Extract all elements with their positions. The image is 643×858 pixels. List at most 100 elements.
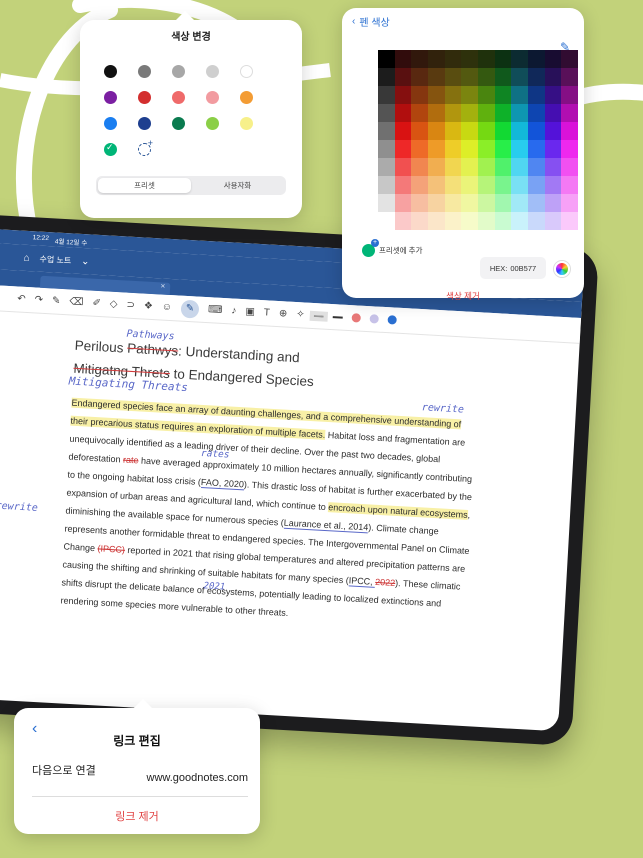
spectrum-cell[interactable] — [511, 212, 528, 230]
zoom-icon[interactable]: ⊕ — [279, 308, 288, 319]
lasso-icon[interactable]: ⊃ — [126, 300, 135, 311]
color-swatch[interactable] — [138, 65, 151, 78]
spectrum-cell[interactable] — [394, 50, 412, 68]
color-dot-lavender[interactable] — [369, 314, 379, 324]
spectrum-cell[interactable] — [461, 212, 478, 230]
spectrum-cell[interactable] — [544, 50, 562, 68]
spectrum-cell[interactable] — [394, 104, 412, 122]
spectrum-cell[interactable] — [494, 194, 512, 212]
spectrum-cell[interactable] — [527, 158, 545, 176]
spectrum-cell[interactable] — [461, 140, 478, 158]
spectrum-cell[interactable] — [494, 212, 512, 230]
spectrum-cell[interactable] — [544, 212, 562, 230]
citation-link[interactable]: FAO, 2020 — [200, 476, 245, 491]
spectrum-cell[interactable] — [511, 68, 528, 86]
spectrum-cell[interactable] — [378, 86, 395, 104]
spectrum-cell[interactable] — [511, 176, 528, 194]
spectrum-cell[interactable] — [427, 194, 445, 212]
spectrum-cell[interactable] — [544, 140, 562, 158]
color-swatch[interactable] — [104, 117, 117, 130]
spectrum-cell[interactable] — [411, 212, 428, 230]
spectrum-cell[interactable] — [461, 50, 478, 68]
spectrum-cell[interactable] — [444, 68, 462, 86]
spectrum-cell[interactable] — [378, 140, 395, 158]
spectrum-cell[interactable] — [544, 194, 562, 212]
spectrum-cell[interactable] — [477, 140, 495, 158]
spectrum-cell[interactable] — [527, 194, 545, 212]
spectrum-cell[interactable] — [444, 212, 462, 230]
text-icon[interactable]: T — [263, 307, 270, 318]
spectrum-cell[interactable] — [477, 122, 495, 140]
spectrum-cell[interactable] — [461, 122, 478, 140]
spectrum-cell[interactable] — [427, 212, 445, 230]
spectrum-cell[interactable] — [394, 122, 412, 140]
color-swatch[interactable] — [138, 117, 151, 130]
spectrum-cell[interactable] — [394, 176, 412, 194]
spectrum-cell[interactable] — [561, 176, 578, 194]
spectrum-cell[interactable] — [378, 50, 395, 68]
remove-color-button[interactable]: 색상 제거 — [342, 290, 584, 302]
close-icon[interactable]: × — [160, 281, 165, 290]
spectrum-cell[interactable] — [378, 104, 395, 122]
stroke-thin[interactable] — [309, 309, 328, 323]
spectrum-cell[interactable] — [394, 194, 412, 212]
spectrum-cell[interactable] — [527, 68, 545, 86]
color-swatch[interactable] — [138, 91, 151, 104]
link-tool-icon[interactable]: ✎ — [180, 299, 200, 319]
color-swatch[interactable] — [206, 65, 219, 78]
spectrum-cell[interactable] — [477, 50, 495, 68]
spectrum-cell[interactable] — [461, 68, 478, 86]
spectrum-cell[interactable] — [527, 104, 545, 122]
notebook-title[interactable]: 수업 노트 — [39, 253, 71, 266]
spectrum-cell[interactable] — [444, 50, 462, 68]
spectrum-cell[interactable] — [444, 194, 462, 212]
spectrum-cell[interactable] — [394, 212, 412, 230]
spectrum-cell[interactable] — [511, 86, 528, 104]
spectrum-cell[interactable] — [411, 68, 428, 86]
color-swatch[interactable] — [104, 65, 117, 78]
spectrum-cell[interactable] — [561, 86, 578, 104]
spectrum-cell[interactable] — [461, 86, 478, 104]
spectrum-cell[interactable] — [444, 176, 462, 194]
tab-custom[interactable]: 사용자화 — [191, 178, 284, 193]
spectrum-cell[interactable] — [461, 194, 478, 212]
color-swatch[interactable] — [172, 117, 185, 130]
spectrum-cell[interactable] — [494, 86, 512, 104]
spectrum-cell[interactable] — [378, 68, 395, 86]
chevron-down-icon[interactable]: ⌄ — [81, 255, 90, 266]
spectrum-cell[interactable] — [511, 158, 528, 176]
laser-icon[interactable]: ✧ — [296, 309, 305, 320]
spectrum-cell[interactable] — [411, 122, 428, 140]
spectrum-cell[interactable] — [494, 50, 512, 68]
color-swatch[interactable] — [206, 117, 219, 130]
citation-link[interactable]: IPCC, — [348, 575, 376, 588]
spectrum-cell[interactable] — [544, 68, 562, 86]
spectrum-cell[interactable] — [544, 86, 562, 104]
shape-icon[interactable]: ◇ — [110, 299, 118, 310]
spectrum-cell[interactable] — [444, 158, 462, 176]
spectrum-cell[interactable] — [394, 86, 412, 104]
spectrum-cell[interactable] — [444, 140, 462, 158]
spectrum-cell[interactable] — [427, 122, 445, 140]
spectrum-cell[interactable] — [511, 140, 528, 158]
image-icon[interactable]: ▣ — [245, 306, 255, 318]
spectrum-cell[interactable] — [427, 50, 445, 68]
color-swatch[interactable] — [104, 91, 117, 104]
home-icon[interactable]: ⌂ — [23, 252, 30, 263]
spectrum-cell[interactable] — [444, 86, 462, 104]
spectrum-cell[interactable] — [494, 104, 512, 122]
spectrum-cell[interactable] — [394, 158, 412, 176]
spectrum-cell[interactable] — [511, 104, 528, 122]
spectrum-cell[interactable] — [427, 158, 445, 176]
spectrum-cell[interactable] — [561, 104, 578, 122]
color-swatch[interactable] — [206, 91, 219, 104]
color-dot-blue[interactable] — [387, 315, 397, 325]
spectrum-cell[interactable] — [461, 104, 478, 122]
color-wheel-icon[interactable] — [554, 261, 570, 277]
spectrum-cell[interactable] — [494, 176, 512, 194]
spectrum-cell[interactable] — [444, 122, 462, 140]
spectrum-cell[interactable] — [544, 176, 562, 194]
spectrum-cell[interactable] — [477, 86, 495, 104]
spectrum-cell[interactable] — [394, 68, 412, 86]
spectrum-cell[interactable] — [461, 158, 478, 176]
